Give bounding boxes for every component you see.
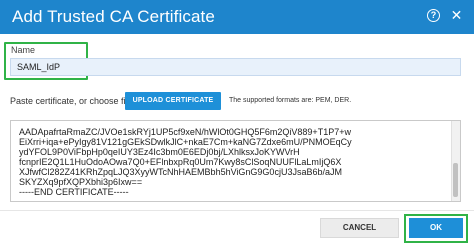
cancel-button[interactable]: CANCEL: [320, 218, 399, 238]
dialog-header: Add Trusted CA Certificate ? ✕: [0, 0, 474, 34]
certificate-line: -----END CERTIFICATE-----: [19, 187, 129, 197]
certificate-textarea[interactable]: AADApafrtaRmaZC/JVOe1skRYj1UP5cf9xeN/hWl…: [10, 120, 461, 202]
certificate-line: AADApafrtaRmaZC/JVOe1skRYj1UP5cf9xeN/hWl…: [19, 127, 351, 137]
certificate-line: EiXrri+iqa+ePyIgy81V121gGEkSDwlkJlC+nkaE…: [19, 137, 352, 147]
scrollbar-thumb[interactable]: [453, 163, 458, 197]
supported-formats-note: The supported formats are: PEM, DER.: [229, 97, 352, 104]
certificate-line: SKYZXq9pfXQPXbhi3p6Ixw==: [19, 177, 143, 187]
textarea-scrollbar[interactable]: [451, 121, 460, 201]
close-icon[interactable]: ✕: [450, 8, 463, 22]
help-icon[interactable]: ?: [427, 9, 440, 22]
paste-certificate-label: Paste certificate, or choose file:: [10, 96, 136, 106]
dialog-title: Add Trusted CA Certificate: [12, 7, 215, 26]
name-input[interactable]: SAML_IdP: [10, 58, 461, 76]
name-label: Name: [11, 45, 36, 55]
upload-certificate-button[interactable]: UPLOAD CERTIFICATE: [125, 92, 221, 110]
certificate-line: fcnprIE2Q1L1HuOdoAOwa7Q0+EFlnbxpRq0Um7Kw…: [19, 157, 342, 167]
ok-button[interactable]: OK: [409, 218, 463, 238]
certificate-line: ydYFOL9P0ViFbpHp0qeIUY3Ez4Ic3bm0E6EDj0bj…: [19, 147, 300, 157]
certificate-line: XJfwfCl282Z41KRhZpqLJQ3XyyWTcNhHAEMBbh5h…: [19, 167, 342, 177]
footer-divider: [0, 210, 474, 211]
